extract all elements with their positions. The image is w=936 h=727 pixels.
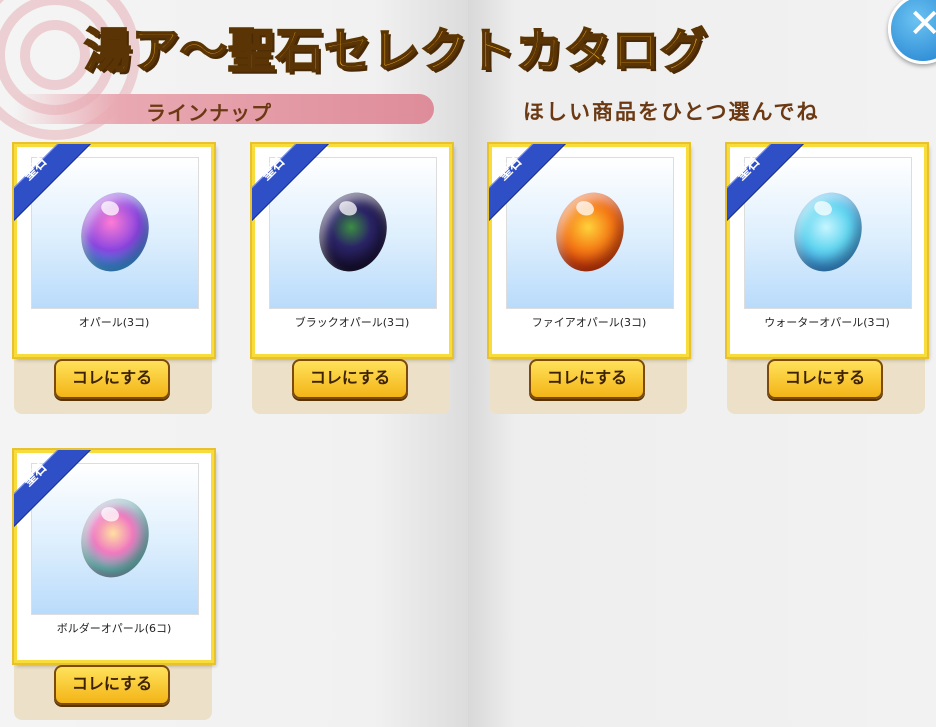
close-icon: ✕ [908, 1, 936, 47]
select-item-button[interactable]: コレにする [292, 359, 408, 399]
catalog-item-slot: 聖石 ファイアオパール(3コ) コレにする [489, 144, 689, 414]
select-item-button[interactable]: コレにする [529, 359, 645, 399]
item-name: ボルダーオパール(6コ) [56, 622, 172, 635]
lineup-label: ラインナップ [146, 101, 272, 125]
catalog-item-slot: 聖石 オパール(3コ) コレにする [14, 144, 214, 414]
item-name: オパール(3コ) [78, 316, 150, 329]
item-card[interactable]: 聖石 ボルダーオパール(6コ) [14, 450, 214, 663]
category-ribbon: 聖石 [727, 144, 805, 222]
item-card[interactable]: 聖石 オパール(3コ) [14, 144, 214, 357]
category-ribbon: 聖石 [14, 144, 92, 222]
category-ribbon: 聖石 [489, 144, 567, 222]
selection-instruction: ほしい商品をひとつ選んでね [523, 100, 820, 124]
catalog-title: 湯ア〜聖石セレクトカタログ [83, 23, 708, 80]
item-name: ファイアオパール(3コ) [531, 316, 647, 329]
item-card[interactable]: 聖石 ブラックオパール(3コ) [252, 144, 452, 357]
category-ribbon: 聖石 [14, 450, 92, 528]
select-item-button[interactable]: コレにする [767, 359, 883, 399]
item-name: ウォーターオパール(3コ) [764, 316, 890, 329]
catalog-item-slot: 聖石 ブラックオパール(3コ) コレにする [252, 144, 452, 414]
catalog-item-slot: 聖石 ウォーターオパール(3コ) コレにする [727, 144, 927, 414]
item-card[interactable]: 聖石 ウォーターオパール(3コ) [727, 144, 927, 357]
item-name: ブラックオパール(3コ) [294, 316, 410, 329]
catalog-item-slot: 聖石 ボルダーオパール(6コ) コレにする [14, 450, 214, 720]
select-item-button[interactable]: コレにする [54, 359, 170, 399]
item-card[interactable]: 聖石 ファイアオパール(3コ) [489, 144, 689, 357]
select-item-button[interactable]: コレにする [54, 665, 170, 705]
category-ribbon: 聖石 [252, 144, 330, 222]
